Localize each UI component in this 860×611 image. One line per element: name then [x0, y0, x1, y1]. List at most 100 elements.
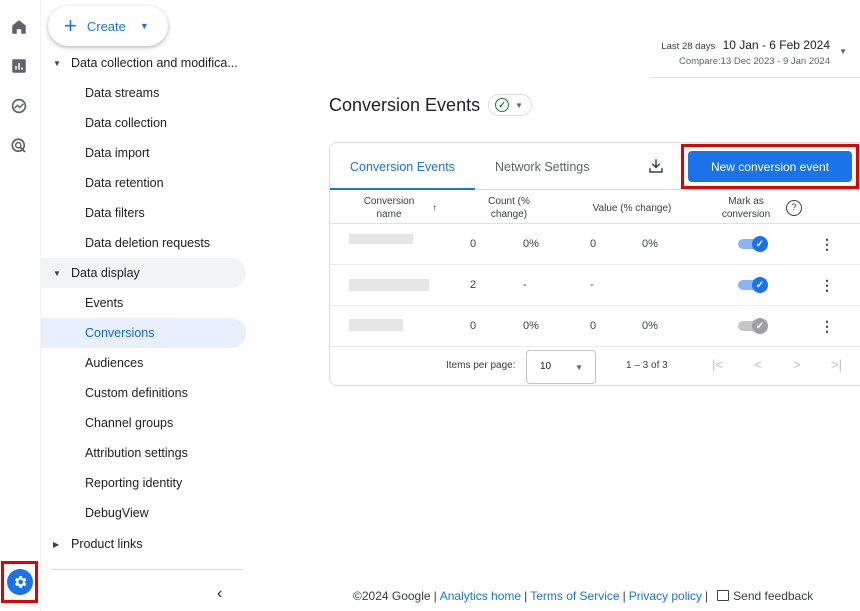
nav-item-label: Channel groups: [85, 416, 174, 430]
nav-item-audiences[interactable]: Audiences: [41, 348, 246, 378]
nav-item-label: Reporting identity: [85, 476, 183, 490]
tab-underline: [330, 188, 475, 190]
nav-item-data-filters[interactable]: Data filters: [41, 198, 246, 228]
value-cell: 0: [590, 238, 597, 250]
nav-group-product-links[interactable]: ▶ Product links: [41, 529, 246, 559]
nav-item-data-deletion-requests[interactable]: Data deletion requests: [41, 228, 246, 258]
analytics-home-link[interactable]: Analytics home: [440, 589, 521, 603]
nav-item-custom-definitions[interactable]: Custom definitions: [41, 378, 246, 408]
nav-group-label: Product links: [71, 537, 143, 551]
first-page-icon[interactable]: |<: [712, 357, 723, 372]
pagination: Items per page: 10 ▼ 1 – 3 of 3 |< < > >…: [330, 344, 860, 384]
nav-item-data-streams[interactable]: Data streams: [41, 78, 246, 108]
admin-settings-highlight[interactable]: [1, 561, 38, 603]
more-vert-icon[interactable]: ⋮: [820, 277, 834, 293]
admin-gear-icon[interactable]: [6, 569, 33, 595]
caret-down-icon: ▼: [515, 100, 523, 110]
create-label: Create: [86, 18, 126, 34]
prev-page-icon[interactable]: <: [754, 357, 762, 372]
expand-right-icon: ▶: [53, 539, 60, 549]
privacy-link[interactable]: Privacy policy: [629, 589, 702, 603]
items-per-page-label: Items per page:: [446, 360, 516, 371]
caret-down-icon[interactable]: ▼: [839, 47, 847, 56]
nav-item-label: Data filters: [85, 206, 145, 220]
table-row: 2 - - ✓ ⋮: [330, 265, 860, 306]
create-button[interactable]: + Create ▼: [48, 6, 168, 46]
nav-item-conversions[interactable]: Conversions: [41, 318, 246, 348]
download-icon[interactable]: [647, 157, 665, 175]
count-change-cell: -: [523, 279, 527, 291]
nav-group-data-collection[interactable]: ▼ Data collection and modifica...: [41, 48, 246, 78]
mark-conversion-toggle[interactable]: ✓: [738, 318, 768, 334]
nav-item-data-import[interactable]: Data import: [41, 138, 246, 168]
new-conversion-highlight: New conversion event: [681, 144, 859, 189]
help-icon[interactable]: ?: [786, 200, 802, 216]
sidebar-divider: [51, 569, 244, 570]
nav-item-label: Audiences: [85, 356, 144, 370]
tab-bar: Conversion Events Network Settings New c…: [330, 143, 860, 190]
value-change-cell: 0%: [642, 320, 658, 332]
nav-item-events[interactable]: Events: [41, 288, 246, 318]
explore-icon[interactable]: [9, 96, 29, 116]
page-title: Conversion Events ✓ ▼: [329, 94, 532, 116]
status-dropdown[interactable]: ✓ ▼: [488, 94, 532, 116]
redacted-name: [349, 319, 403, 331]
caret-down-icon: ▼: [139, 21, 149, 31]
tab-network-settings[interactable]: Network Settings: [495, 143, 589, 190]
table-row: 0 0% 0 0% ✓ ⋮: [330, 306, 860, 347]
mark-conversion-toggle[interactable]: ✓: [738, 236, 768, 252]
sort-arrow-up-icon[interactable]: ↑: [432, 202, 437, 215]
value-cell: -: [590, 279, 594, 291]
nav-item-channel-groups[interactable]: Channel groups: [41, 408, 246, 438]
date-compare: Compare:13 Dec 2023 - 9 Jan 2024: [678, 56, 830, 67]
admin-sidebar: + Create ▼ ▼ Data collection and modific…: [41, 0, 252, 611]
nav-item-debugview[interactable]: DebugView: [41, 498, 246, 528]
nav-item-label: Attribution settings: [85, 446, 188, 460]
nav-item-label: Data streams: [85, 86, 160, 100]
column-header-value: Value (% change): [592, 203, 672, 214]
expand-down-icon: ▼: [53, 58, 61, 68]
nav-item-attribution-settings[interactable]: Attribution settings: [41, 438, 246, 468]
new-conversion-event-button[interactable]: New conversion event: [688, 151, 852, 182]
nav-group-label: Data collection and modifica...: [71, 56, 238, 70]
send-feedback-link[interactable]: Send feedback: [733, 589, 813, 603]
nav-item-label: Events: [85, 296, 124, 310]
items-per-page-select[interactable]: 10 ▼: [526, 350, 596, 384]
date-range-label: Last 28 days: [661, 41, 716, 52]
home-icon[interactable]: [9, 17, 29, 37]
nav-item-label: Data import: [85, 146, 150, 160]
nav-item-reporting-identity[interactable]: Reporting identity: [41, 468, 246, 498]
check-icon: ✓: [752, 277, 768, 293]
plus-icon: +: [64, 13, 77, 38]
nav-item-label: DebugView: [85, 506, 149, 520]
redacted-name: [349, 279, 429, 291]
nav-item-label: Custom definitions: [85, 386, 188, 400]
more-vert-icon[interactable]: ⋮: [820, 236, 834, 252]
last-page-icon[interactable]: >|: [831, 357, 842, 372]
nav-group-data-display[interactable]: ▼ Data display: [41, 258, 246, 288]
feedback-icon: [717, 590, 730, 601]
check-icon: ✓: [752, 318, 768, 334]
column-header-count: Count (% change): [488, 196, 530, 220]
reports-icon[interactable]: [9, 56, 29, 76]
advertising-icon[interactable]: [9, 136, 29, 156]
column-header-mark: Mark as conversion: [721, 196, 771, 220]
mark-conversion-toggle[interactable]: ✓: [738, 277, 768, 293]
next-page-icon[interactable]: >: [793, 357, 801, 372]
left-rail: [0, 0, 41, 611]
column-header-name[interactable]: Conversion name: [354, 195, 424, 221]
count-cell: 0: [470, 238, 477, 250]
nav-item-data-collection[interactable]: Data collection: [41, 108, 246, 138]
tab-conversion-events[interactable]: Conversion Events: [350, 143, 455, 190]
nav-item-data-retention[interactable]: Data retention: [41, 168, 246, 198]
nav-group-label: Data display: [71, 266, 140, 280]
nav-item-label: Data retention: [85, 176, 164, 190]
more-vert-icon[interactable]: ⋮: [820, 318, 834, 334]
terms-link[interactable]: Terms of Service: [530, 589, 619, 603]
nav-item-label: Data deletion requests: [85, 236, 211, 250]
count-change-cell: 0%: [523, 320, 539, 332]
count-cell: 2: [470, 279, 477, 291]
count-change-cell: 0%: [523, 238, 539, 250]
date-range-picker[interactable]: Last 28 days 10 Jan - 6 Feb 2024 Compare…: [661, 38, 830, 67]
chevron-left-icon[interactable]: ‹: [217, 585, 222, 603]
